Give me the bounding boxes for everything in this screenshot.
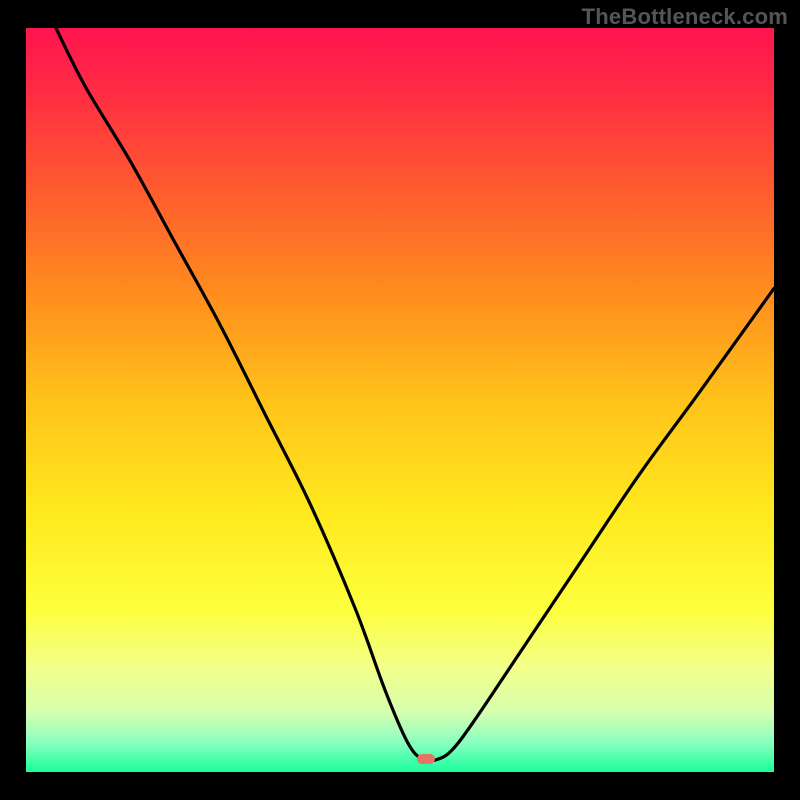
plot-area — [26, 28, 774, 772]
optimal-marker — [417, 754, 435, 764]
bottleneck-curve — [26, 28, 774, 772]
watermark-text: TheBottleneck.com — [582, 4, 788, 30]
chart-frame: TheBottleneck.com — [0, 0, 800, 800]
